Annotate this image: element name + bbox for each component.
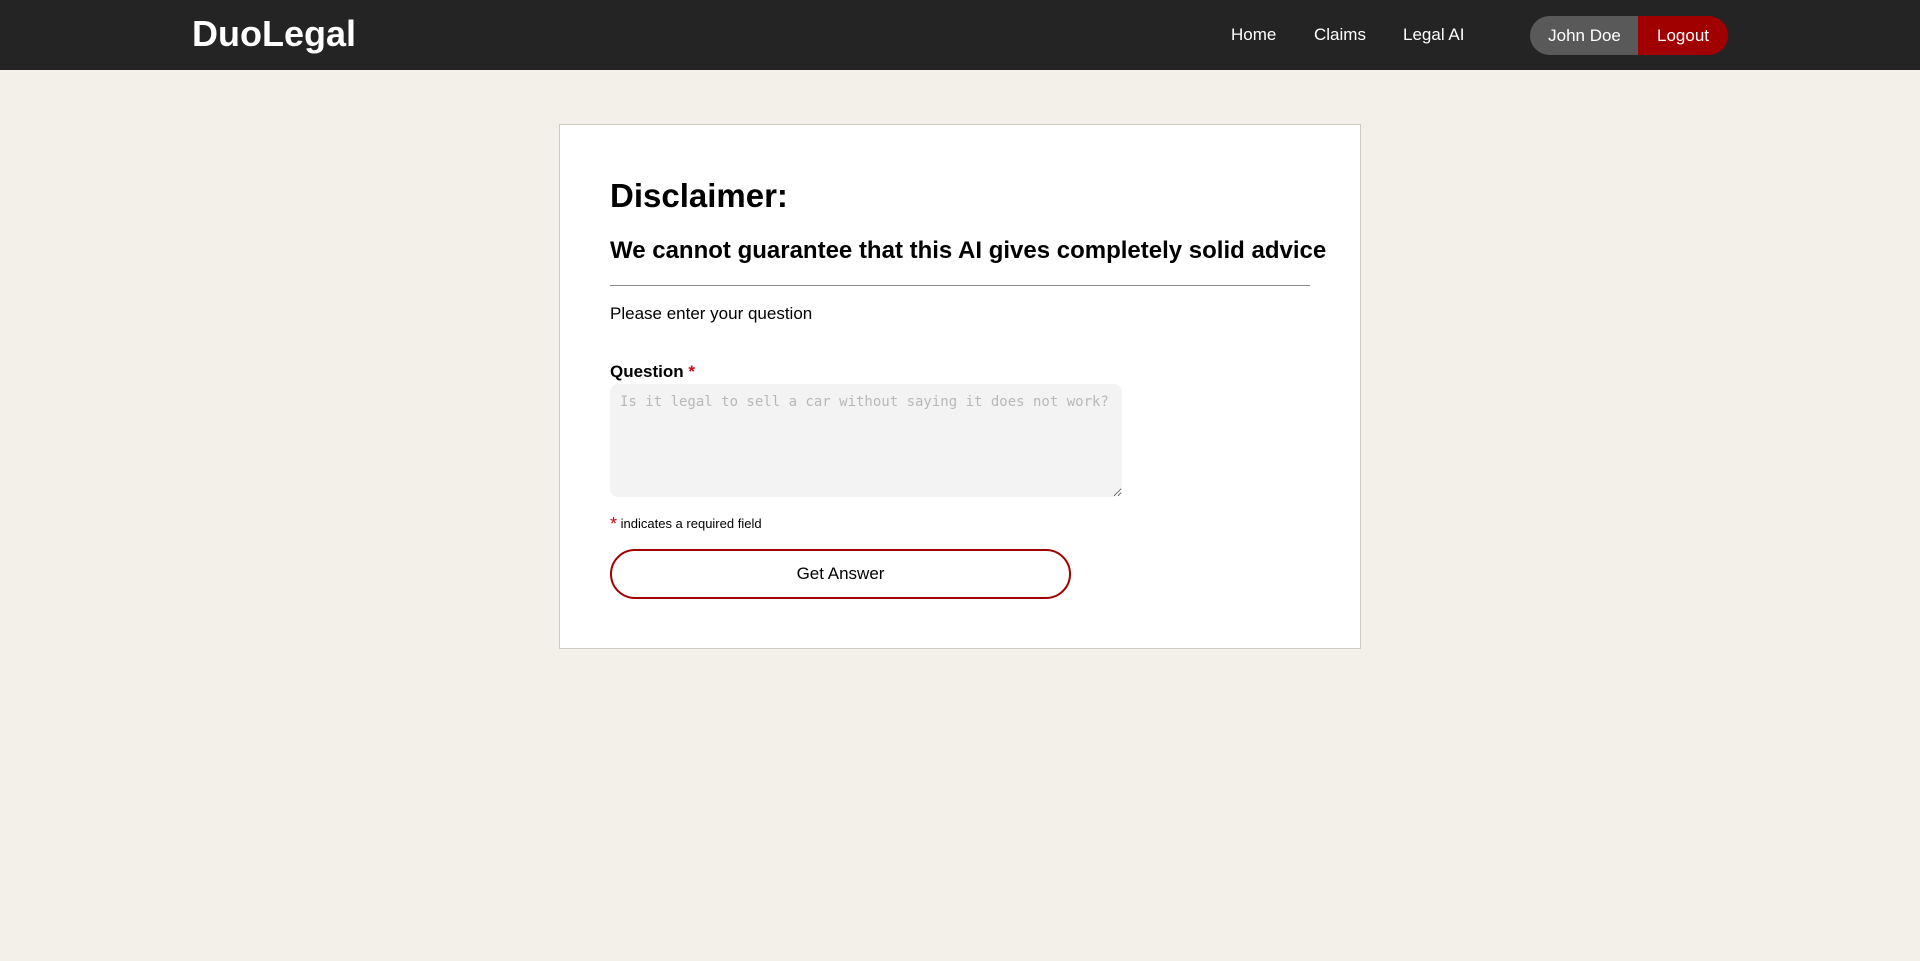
get-answer-button[interactable]: Get Answer — [610, 549, 1071, 599]
nav-link-home[interactable]: Home — [1231, 24, 1276, 46]
disclaimer-subtitle: We cannot guarantee that this AI gives c… — [610, 237, 1327, 264]
brand-logo[interactable]: DuoLegal — [192, 12, 356, 56]
required-field-note: * indicates a required field — [610, 515, 762, 533]
question-label-text: Question — [610, 362, 684, 381]
question-label: Question * — [610, 361, 695, 383]
user-name-button[interactable]: John Doe — [1530, 16, 1639, 55]
disclaimer-title: Disclaimer: — [610, 177, 788, 214]
required-note-text: indicates a required field — [620, 516, 762, 531]
divider — [610, 285, 1310, 286]
question-textarea[interactable] — [610, 384, 1122, 497]
question-card: Disclaimer: We cannot guarantee that thi… — [559, 124, 1361, 649]
nav-link-legal-ai[interactable]: Legal AI — [1403, 24, 1464, 46]
required-note-star: * — [610, 514, 618, 534]
question-prompt: Please enter your question — [610, 304, 813, 323]
required-star: * — [688, 362, 696, 381]
nav-link-claims[interactable]: Claims — [1314, 24, 1366, 46]
top-navbar: DuoLegal Home Claims Legal AI John Doe L… — [0, 0, 1920, 70]
logout-button[interactable]: Logout — [1638, 16, 1728, 55]
